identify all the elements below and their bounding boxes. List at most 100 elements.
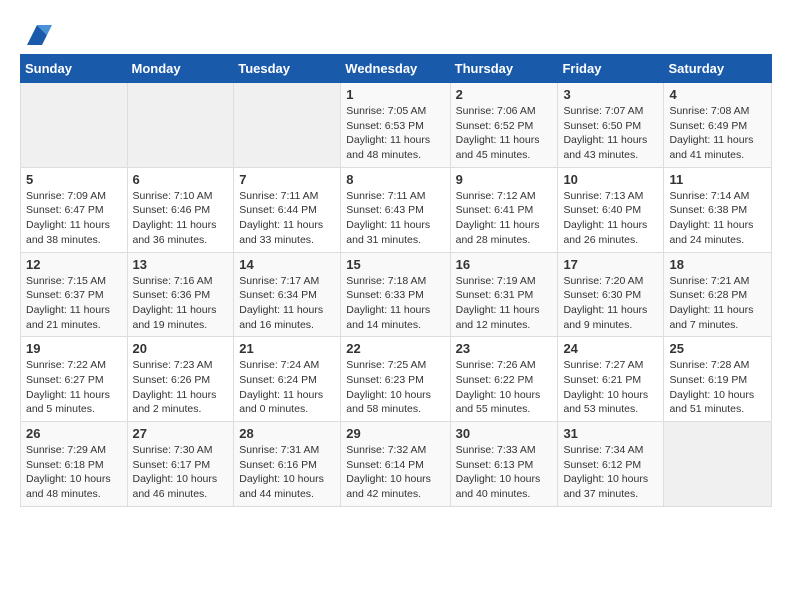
day-info: Sunrise: 7:34 AM Sunset: 6:12 PM Dayligh… [563,443,658,502]
day-info: Sunrise: 7:10 AM Sunset: 6:46 PM Dayligh… [133,189,229,248]
day-info: Sunrise: 7:07 AM Sunset: 6:50 PM Dayligh… [563,104,658,163]
day-info: Sunrise: 7:29 AM Sunset: 6:18 PM Dayligh… [26,443,122,502]
calendar-cell: 26 Sunrise: 7:29 AM Sunset: 6:18 PM Dayli… [21,422,128,507]
day-number: 4 [669,87,766,102]
calendar-cell: 18 Sunrise: 7:21 AM Sunset: 6:28 PM Dayli… [664,252,772,337]
day-info: Sunrise: 7:16 AM Sunset: 6:36 PM Dayligh… [133,274,229,333]
calendar-cell: 24 Sunrise: 7:27 AM Sunset: 6:21 PM Dayli… [558,337,664,422]
day-info: Sunrise: 7:31 AM Sunset: 6:16 PM Dayligh… [239,443,335,502]
day-number: 25 [669,341,766,356]
weekday-sunday: Sunday [21,55,128,83]
calendar-cell [127,83,234,168]
day-number: 3 [563,87,658,102]
day-info: Sunrise: 7:26 AM Sunset: 6:22 PM Dayligh… [456,358,553,417]
day-number: 12 [26,257,122,272]
day-info: Sunrise: 7:06 AM Sunset: 6:52 PM Dayligh… [456,104,553,163]
calendar-week-3: 12Sunrise: 7:15 AM Sunset: 6:37 PM Dayli… [21,252,772,337]
day-info: Sunrise: 7:11 AM Sunset: 6:43 PM Dayligh… [346,189,444,248]
calendar-cell: 20 Sunrise: 7:23 AM Sunset: 6:26 PM Dayli… [127,337,234,422]
day-info: Sunrise: 7:21 AM Sunset: 6:28 PM Dayligh… [669,274,766,333]
day-info: Sunrise: 7:11 AM Sunset: 6:44 PM Dayligh… [239,189,335,248]
day-number: 21 [239,341,335,356]
page-header [20,20,772,50]
day-info: Sunrise: 7:12 AM Sunset: 6:41 PM Dayligh… [456,189,553,248]
calendar-body: 1 Sunrise: 7:05 AM Sunset: 6:53 PM Daylig… [21,83,772,507]
day-number: 16 [456,257,553,272]
calendar-cell: 12Sunrise: 7:15 AM Sunset: 6:37 PM Dayli… [21,252,128,337]
calendar-cell: 21 Sunrise: 7:24 AM Sunset: 6:24 PM Dayli… [234,337,341,422]
calendar-cell: 5 Sunrise: 7:09 AM Sunset: 6:47 PM Daylig… [21,167,128,252]
day-number: 5 [26,172,122,187]
day-number: 30 [456,426,553,441]
calendar-cell: 17Sunrise: 7:20 AM Sunset: 6:30 PM Dayli… [558,252,664,337]
calendar-cell: 13Sunrise: 7:16 AM Sunset: 6:36 PM Dayli… [127,252,234,337]
day-info: Sunrise: 7:14 AM Sunset: 6:38 PM Dayligh… [669,189,766,248]
calendar-cell: 3 Sunrise: 7:07 AM Sunset: 6:50 PM Daylig… [558,83,664,168]
day-number: 31 [563,426,658,441]
day-info: Sunrise: 7:19 AM Sunset: 6:31 PM Dayligh… [456,274,553,333]
calendar-cell: 28 Sunrise: 7:31 AM Sunset: 6:16 PM Dayli… [234,422,341,507]
calendar-cell [21,83,128,168]
day-number: 6 [133,172,229,187]
calendar-cell: 22 Sunrise: 7:25 AM Sunset: 6:23 PM Dayli… [341,337,450,422]
calendar-cell [664,422,772,507]
logo [20,20,52,50]
day-info: Sunrise: 7:23 AM Sunset: 6:26 PM Dayligh… [133,358,229,417]
weekday-friday: Friday [558,55,664,83]
weekday-wednesday: Wednesday [341,55,450,83]
day-number: 27 [133,426,229,441]
calendar-week-5: 26 Sunrise: 7:29 AM Sunset: 6:18 PM Dayli… [21,422,772,507]
day-number: 9 [456,172,553,187]
calendar-week-1: 1 Sunrise: 7:05 AM Sunset: 6:53 PM Daylig… [21,83,772,168]
day-info: Sunrise: 7:05 AM Sunset: 6:53 PM Dayligh… [346,104,444,163]
day-number: 26 [26,426,122,441]
calendar-cell: 23Sunrise: 7:26 AM Sunset: 6:22 PM Dayli… [450,337,558,422]
calendar-cell: 14 Sunrise: 7:17 AM Sunset: 6:34 PM Dayli… [234,252,341,337]
calendar-week-2: 5 Sunrise: 7:09 AM Sunset: 6:47 PM Daylig… [21,167,772,252]
calendar-cell: 31 Sunrise: 7:34 AM Sunset: 6:12 PM Dayli… [558,422,664,507]
day-info: Sunrise: 7:25 AM Sunset: 6:23 PM Dayligh… [346,358,444,417]
day-number: 22 [346,341,444,356]
calendar-cell: 30 Sunrise: 7:33 AM Sunset: 6:13 PM Dayli… [450,422,558,507]
day-info: Sunrise: 7:24 AM Sunset: 6:24 PM Dayligh… [239,358,335,417]
calendar-cell: 19Sunrise: 7:22 AM Sunset: 6:27 PM Dayli… [21,337,128,422]
day-info: Sunrise: 7:30 AM Sunset: 6:17 PM Dayligh… [133,443,229,502]
day-number: 11 [669,172,766,187]
day-number: 19 [26,341,122,356]
day-info: Sunrise: 7:27 AM Sunset: 6:21 PM Dayligh… [563,358,658,417]
weekday-thursday: Thursday [450,55,558,83]
day-number: 8 [346,172,444,187]
day-number: 14 [239,257,335,272]
calendar-cell: 9 Sunrise: 7:12 AM Sunset: 6:41 PM Daylig… [450,167,558,252]
day-number: 28 [239,426,335,441]
weekday-tuesday: Tuesday [234,55,341,83]
calendar-cell: 2 Sunrise: 7:06 AM Sunset: 6:52 PM Daylig… [450,83,558,168]
day-info: Sunrise: 7:09 AM Sunset: 6:47 PM Dayligh… [26,189,122,248]
day-info: Sunrise: 7:18 AM Sunset: 6:33 PM Dayligh… [346,274,444,333]
day-info: Sunrise: 7:13 AM Sunset: 6:40 PM Dayligh… [563,189,658,248]
calendar-cell: 16 Sunrise: 7:19 AM Sunset: 6:31 PM Dayli… [450,252,558,337]
day-number: 18 [669,257,766,272]
logo-icon [22,20,52,50]
day-number: 1 [346,87,444,102]
calendar-cell: 10Sunrise: 7:13 AM Sunset: 6:40 PM Dayli… [558,167,664,252]
calendar-cell: 4Sunrise: 7:08 AM Sunset: 6:49 PM Daylig… [664,83,772,168]
weekday-saturday: Saturday [664,55,772,83]
day-info: Sunrise: 7:32 AM Sunset: 6:14 PM Dayligh… [346,443,444,502]
day-number: 29 [346,426,444,441]
calendar-cell [234,83,341,168]
calendar-week-4: 19Sunrise: 7:22 AM Sunset: 6:27 PM Dayli… [21,337,772,422]
calendar-cell: 15 Sunrise: 7:18 AM Sunset: 6:33 PM Dayli… [341,252,450,337]
calendar-cell: 29 Sunrise: 7:32 AM Sunset: 6:14 PM Dayli… [341,422,450,507]
calendar-cell: 25Sunrise: 7:28 AM Sunset: 6:19 PM Dayli… [664,337,772,422]
day-info: Sunrise: 7:33 AM Sunset: 6:13 PM Dayligh… [456,443,553,502]
calendar-header: SundayMondayTuesdayWednesdayThursdayFrid… [21,55,772,83]
calendar-cell: 11 Sunrise: 7:14 AM Sunset: 6:38 PM Dayli… [664,167,772,252]
calendar-cell: 1 Sunrise: 7:05 AM Sunset: 6:53 PM Daylig… [341,83,450,168]
day-number: 15 [346,257,444,272]
day-number: 2 [456,87,553,102]
day-number: 20 [133,341,229,356]
day-number: 24 [563,341,658,356]
calendar-cell: 8 Sunrise: 7:11 AM Sunset: 6:43 PM Daylig… [341,167,450,252]
day-info: Sunrise: 7:17 AM Sunset: 6:34 PM Dayligh… [239,274,335,333]
